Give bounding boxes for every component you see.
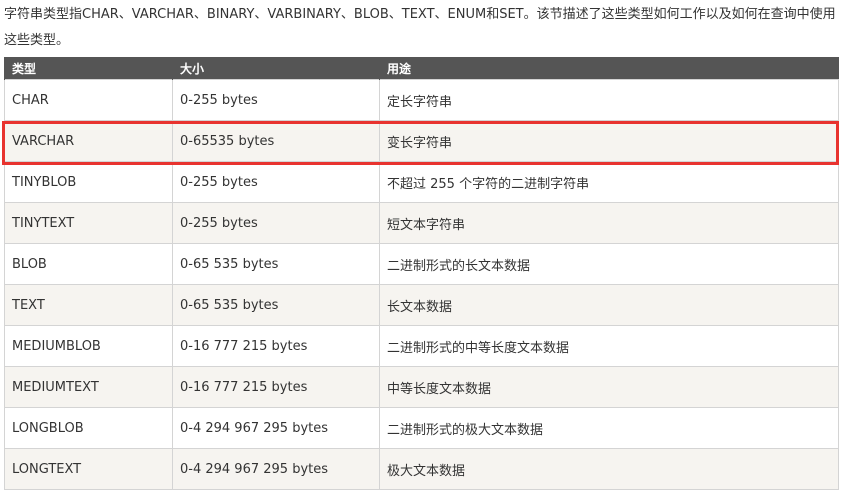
table-row: LONGBLOB 0-4 294 967 295 bytes 二进制形式的极大文…: [4, 407, 839, 449]
intro-paragraph: 字符串类型指CHAR、VARCHAR、BINARY、VARBINARY、BLOB…: [4, 7, 836, 48]
cell-type: TINYTEXT: [4, 202, 173, 244]
cell-type: LONGBLOB: [4, 407, 173, 449]
cell-purpose: 中等长度文本数据: [379, 366, 839, 408]
header-size: 大小: [172, 57, 380, 80]
cell-size: 0-4 294 967 295 bytes: [172, 448, 380, 490]
cell-purpose: 长文本数据: [379, 284, 839, 326]
cell-size: 0-65 535 bytes: [172, 243, 380, 285]
cell-purpose: 短文本字符串: [379, 202, 839, 244]
cell-size: 0-255 bytes: [172, 161, 380, 203]
cell-type: CHAR: [4, 79, 173, 121]
cell-type: BLOB: [4, 243, 173, 285]
cell-purpose: 定长字符串: [379, 79, 839, 121]
cell-purpose: 二进制形式的极大文本数据: [379, 407, 839, 449]
cell-size: 0-255 bytes: [172, 79, 380, 121]
cell-type: TEXT: [4, 284, 173, 326]
header-type: 类型: [4, 57, 173, 80]
table-header-row: 类型 大小 用途: [4, 57, 839, 80]
table-row: TINYTEXT 0-255 bytes 短文本字符串: [4, 202, 839, 244]
table-row: VARCHAR 0-65535 bytes 变长字符串: [4, 120, 839, 162]
table-row: TEXT 0-65 535 bytes 长文本数据: [4, 284, 839, 326]
header-purpose: 用途: [379, 57, 839, 80]
cell-size: 0-4 294 967 295 bytes: [172, 407, 380, 449]
cell-type: TINYBLOB: [4, 161, 173, 203]
cell-size: 0-255 bytes: [172, 202, 380, 244]
cell-type: MEDIUMBLOB: [4, 325, 173, 367]
string-types-table: 类型 大小 用途 CHAR 0-255 bytes 定长字符串 VARCHAR …: [4, 57, 839, 490]
cell-purpose: 不超过 255 个字符的二进制字符串: [379, 161, 839, 203]
cell-size: 0-16 777 215 bytes: [172, 366, 380, 408]
cell-type: MEDIUMTEXT: [4, 366, 173, 408]
cell-type: LONGTEXT: [4, 448, 173, 490]
table-row: BLOB 0-65 535 bytes 二进制形式的长文本数据: [4, 243, 839, 285]
table-row: LONGTEXT 0-4 294 967 295 bytes 极大文本数据: [4, 448, 839, 490]
cell-size: 0-16 777 215 bytes: [172, 325, 380, 367]
table-row: TINYBLOB 0-255 bytes 不超过 255 个字符的二进制字符串: [4, 161, 839, 203]
cell-purpose: 二进制形式的中等长度文本数据: [379, 325, 839, 367]
table-row: MEDIUMTEXT 0-16 777 215 bytes 中等长度文本数据: [4, 366, 839, 408]
cell-purpose: 极大文本数据: [379, 448, 839, 490]
table-row: MEDIUMBLOB 0-16 777 215 bytes 二进制形式的中等长度…: [4, 325, 839, 367]
cell-size: 0-65 535 bytes: [172, 284, 380, 326]
cell-type: VARCHAR: [4, 120, 173, 162]
table-row: CHAR 0-255 bytes 定长字符串: [4, 79, 839, 121]
cell-size: 0-65535 bytes: [172, 120, 380, 162]
cell-purpose: 变长字符串: [379, 120, 839, 162]
cell-purpose: 二进制形式的长文本数据: [379, 243, 839, 285]
